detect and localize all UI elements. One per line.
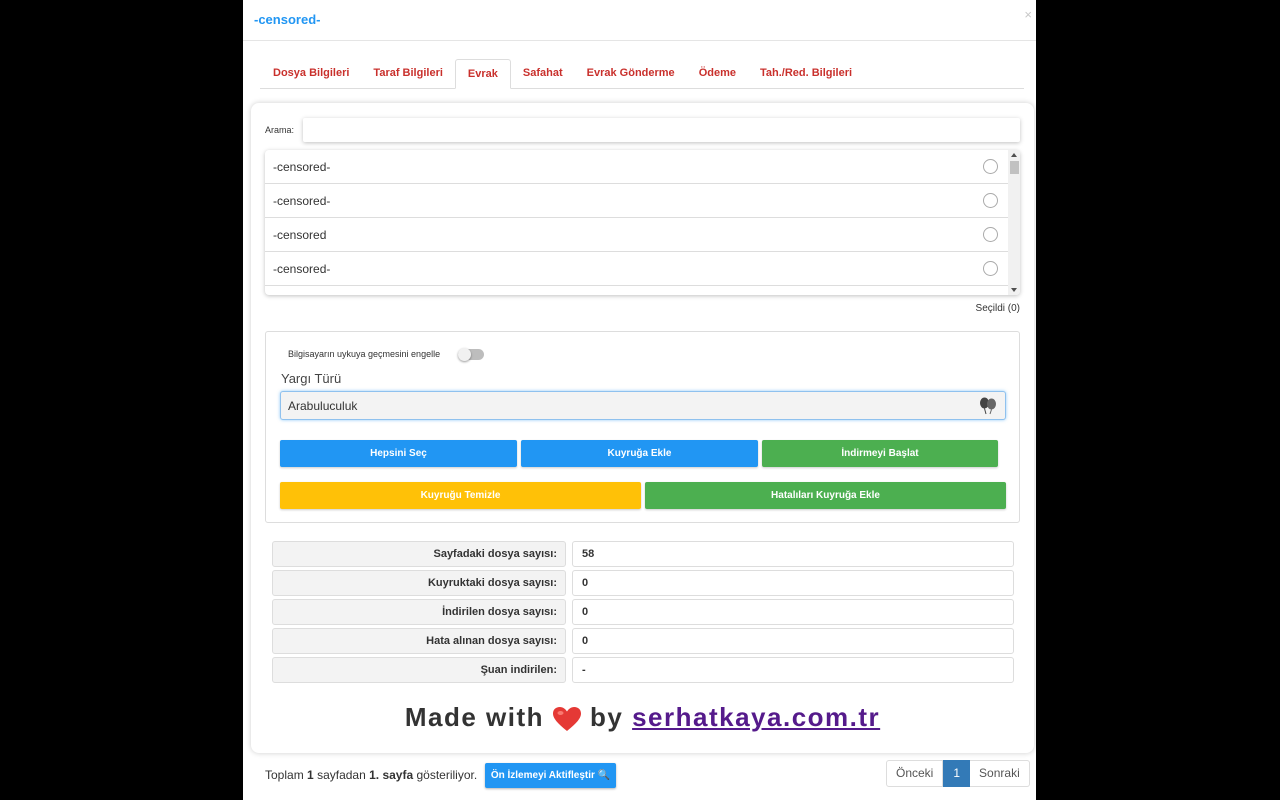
stat-row: Sayfadaki dosya sayısı: 58 xyxy=(272,540,1014,569)
enable-preview-button[interactable]: Ön İzlemeyi Aktifleştir 🔍 xyxy=(485,763,616,788)
list-item[interactable]: -censored- xyxy=(265,184,1008,218)
toggle-knob xyxy=(458,348,471,361)
tab-evrak-gonderme[interactable]: Evrak Gönderme xyxy=(575,59,687,89)
scroll-down-arrow-icon[interactable] xyxy=(1011,288,1017,292)
stat-value: 0 xyxy=(572,628,1014,654)
download-settings-panel: Bilgisayarın uykuya geçmesini engelle Ya… xyxy=(265,331,1020,523)
yargi-turu-value: Arabuluculuk xyxy=(288,399,358,413)
page-1-button[interactable]: 1 xyxy=(943,760,971,787)
select-all-button[interactable]: Hepsini Seç xyxy=(280,440,517,467)
selected-count: Seçildi (0) xyxy=(975,303,1020,314)
stat-row: Kuyruktaki dosya sayısı: 0 xyxy=(272,569,1014,598)
yargi-turu-label: Yargı Türü xyxy=(281,371,342,386)
pagination-info: Toplam 1 sayfadan 1. sayfa gösteriliyor. xyxy=(265,768,477,782)
tab-safahat[interactable]: Safahat xyxy=(511,59,575,89)
zoom-icon: 🔍 xyxy=(597,770,611,781)
next-page-button[interactable]: Sonraki xyxy=(970,760,1030,787)
tab-odeme[interactable]: Ödeme xyxy=(687,59,748,89)
select-radio[interactable] xyxy=(983,227,998,242)
sleep-toggle-label: Bilgisayarın uykuya geçmesini engelle xyxy=(288,349,441,359)
close-icon[interactable]: × xyxy=(1024,7,1032,22)
stat-label: İndirilen dosya sayısı: xyxy=(272,599,566,625)
stat-value: 0 xyxy=(572,570,1014,596)
info-prefix: Toplam xyxy=(265,768,304,782)
tab-dosya-bilgileri[interactable]: Dosya Bilgileri xyxy=(260,59,361,89)
yargi-turu-select[interactable]: Arabuluculuk xyxy=(280,391,1006,420)
author-link[interactable]: serhatkaya.com.tr xyxy=(632,702,880,732)
stat-label: Hata alınan dosya sayısı: xyxy=(272,628,566,654)
evrak-card: Arama: -censored- -censored- -censored -… xyxy=(251,103,1034,753)
start-download-button[interactable]: İndirmeyi Başlat xyxy=(762,440,998,467)
search-input[interactable] xyxy=(303,118,1020,142)
document-name: -censored- xyxy=(273,262,331,276)
list-item[interactable]: -censored xyxy=(265,218,1008,252)
list-scrollbar[interactable] xyxy=(1008,150,1020,295)
document-list: -censored- -censored- -censored -censore… xyxy=(265,150,1020,295)
add-errors-to-queue-button[interactable]: Hatalıları Kuyruğa Ekle xyxy=(645,482,1006,509)
clear-queue-button[interactable]: Kuyruğu Temizle xyxy=(280,482,641,509)
stat-label: Sayfadaki dosya sayısı: xyxy=(272,541,566,567)
pagination: Önceki 1 Sonraki xyxy=(886,760,1030,787)
balloons-icon xyxy=(980,397,996,415)
credit-line: Made with by serhatkaya.com.tr xyxy=(251,702,1034,733)
preview-button-label: Ön İzlemeyi Aktifleştir xyxy=(490,770,595,781)
tab-taraf-bilgileri[interactable]: Taraf Bilgileri xyxy=(361,59,454,89)
stat-row: İndirilen dosya sayısı: 0 xyxy=(272,598,1014,627)
previous-page-button[interactable]: Önceki xyxy=(886,760,944,787)
scroll-up-arrow-icon[interactable] xyxy=(1011,153,1017,157)
stats-table: Sayfadaki dosya sayısı: 58 Kuyruktaki do… xyxy=(272,540,1014,685)
tab-bar: Dosya Bilgileri Taraf Bilgileri Evrak Sa… xyxy=(260,59,1024,89)
document-name: -censored- xyxy=(273,194,331,208)
modal-header: -censored- × xyxy=(243,0,1036,41)
tab-tah-red-bilgileri[interactable]: Tah./Red. Bilgileri xyxy=(748,59,864,89)
tab-evrak[interactable]: Evrak xyxy=(454,59,511,89)
modal-title: -censored- xyxy=(254,12,321,27)
stat-value: - xyxy=(572,657,1014,683)
stat-label: Şuan indirilen: xyxy=(272,657,566,683)
document-modal: -censored- × Dosya Bilgileri Taraf Bilgi… xyxy=(243,0,1036,800)
list-item[interactable]: -censored- xyxy=(265,252,1008,286)
add-to-queue-button[interactable]: Kuyruğa Ekle xyxy=(521,440,758,467)
made-with-text: Made with xyxy=(404,702,545,732)
info-suffix: gösteriliyor. xyxy=(416,768,478,782)
stat-row: Hata alınan dosya sayısı: 0 xyxy=(272,627,1014,656)
select-radio[interactable] xyxy=(983,261,998,276)
list-item[interactable]: -censored- xyxy=(265,150,1008,184)
document-name: -censored xyxy=(273,228,327,242)
stat-label: Kuyruktaki dosya sayısı: xyxy=(272,570,566,596)
stat-value: 58 xyxy=(572,541,1014,567)
info-total-pages: 1 xyxy=(307,768,314,782)
heart-icon xyxy=(553,707,582,732)
select-radio[interactable] xyxy=(983,193,998,208)
by-text: by xyxy=(590,702,624,732)
sleep-toggle[interactable] xyxy=(458,348,484,361)
search-label: Arama: xyxy=(265,125,295,135)
select-radio[interactable] xyxy=(983,159,998,174)
scroll-thumb[interactable] xyxy=(1010,161,1019,174)
info-current-page: 1. sayfa xyxy=(369,768,414,782)
info-middle: sayfadan xyxy=(317,768,366,782)
stat-row: Şuan indirilen: - xyxy=(272,656,1014,685)
stat-value: 0 xyxy=(572,599,1014,625)
document-name: -censored- xyxy=(273,160,331,174)
